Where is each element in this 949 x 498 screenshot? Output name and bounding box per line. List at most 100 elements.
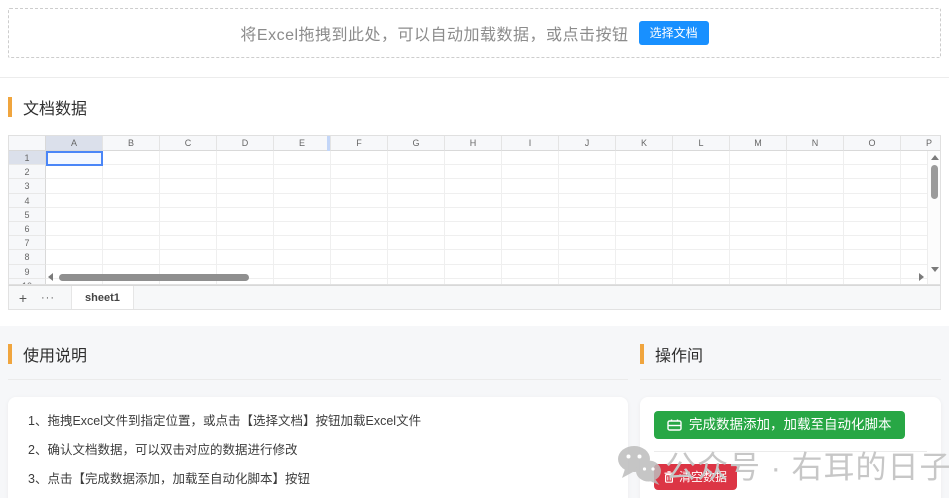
column-header-D[interactable]: D: [217, 136, 274, 151]
cell-F4[interactable]: [331, 193, 388, 208]
cell-M3[interactable]: [730, 179, 787, 194]
excel-dropzone[interactable]: 将Excel拖拽到此处，可以自动加载数据，或点击按钮 选择文档: [8, 8, 941, 58]
cell-G2[interactable]: [388, 165, 445, 180]
row-header-1[interactable]: 1: [9, 151, 46, 166]
cell-O5[interactable]: [844, 207, 901, 222]
cell-M1[interactable]: [730, 151, 787, 166]
column-header-G[interactable]: G: [388, 136, 445, 151]
cell-N5[interactable]: [787, 207, 844, 222]
row-header-10[interactable]: 10: [9, 278, 46, 284]
cell-M2[interactable]: [730, 165, 787, 180]
cell-K4[interactable]: [616, 193, 673, 208]
cell-N2[interactable]: [787, 165, 844, 180]
cell-A7[interactable]: [46, 236, 103, 251]
horizontal-scrollbar-thumb[interactable]: [59, 273, 249, 281]
cell-G1[interactable]: [388, 151, 445, 166]
scroll-up-icon[interactable]: [931, 155, 939, 160]
cell-L5[interactable]: [673, 207, 730, 222]
cell-M4[interactable]: [730, 193, 787, 208]
cell-K2[interactable]: [616, 165, 673, 180]
cell-C2[interactable]: [160, 165, 217, 180]
cell-C4[interactable]: [160, 193, 217, 208]
cell-B8[interactable]: [103, 250, 160, 265]
column-header-A[interactable]: A: [46, 136, 103, 151]
cell-D5[interactable]: [217, 207, 274, 222]
cell-F5[interactable]: [331, 207, 388, 222]
cell-O2[interactable]: [844, 165, 901, 180]
cell-E4[interactable]: [274, 193, 331, 208]
cell-M8[interactable]: [730, 250, 787, 265]
cell-E5[interactable]: [274, 207, 331, 222]
grid-corner-cell[interactable]: [9, 136, 46, 151]
cell-C3[interactable]: [160, 179, 217, 194]
cell-O3[interactable]: [844, 179, 901, 194]
row-header-3[interactable]: 3: [9, 179, 46, 194]
column-header-I[interactable]: I: [502, 136, 559, 151]
finish-load-button[interactable]: 完成数据添加，加载至自动化脚本: [654, 411, 905, 439]
sheet-tab-sheet1[interactable]: sheet1: [71, 286, 134, 309]
cell-D6[interactable]: [217, 221, 274, 237]
cell-M7[interactable]: [730, 236, 787, 251]
cell-L1[interactable]: [673, 151, 730, 166]
cell-O4[interactable]: [844, 193, 901, 208]
cell-H6[interactable]: [445, 221, 502, 237]
row-header-5[interactable]: 5: [9, 207, 46, 222]
cell-E8[interactable]: [274, 250, 331, 265]
cell-I1[interactable]: [502, 151, 559, 166]
cell-G7[interactable]: [388, 236, 445, 251]
cell-H4[interactable]: [445, 193, 502, 208]
column-header-L[interactable]: L: [673, 136, 730, 151]
cell-E2[interactable]: [274, 165, 331, 180]
cell-L6[interactable]: [673, 221, 730, 237]
cell-A3[interactable]: [46, 179, 103, 194]
cell-D3[interactable]: [217, 179, 274, 194]
cell-B4[interactable]: [103, 193, 160, 208]
cell-F3[interactable]: [331, 179, 388, 194]
row-header-9[interactable]: 9: [9, 264, 46, 279]
cell-K8[interactable]: [616, 250, 673, 265]
cell-B6[interactable]: [103, 221, 160, 237]
cell-C1[interactable]: [160, 151, 217, 166]
cell-A8[interactable]: [46, 250, 103, 265]
row-header-4[interactable]: 4: [9, 193, 46, 208]
cell-O8[interactable]: [844, 250, 901, 265]
cell-G3[interactable]: [388, 179, 445, 194]
column-header-M[interactable]: M: [730, 136, 787, 151]
cell-F2[interactable]: [331, 165, 388, 180]
cell-L4[interactable]: [673, 193, 730, 208]
column-header-P[interactable]: P: [901, 136, 940, 151]
cell-J1[interactable]: [559, 151, 616, 166]
row-header-6[interactable]: 6: [9, 221, 46, 237]
row-header-7[interactable]: 7: [9, 236, 46, 251]
row-header-8[interactable]: 8: [9, 250, 46, 265]
cell-B5[interactable]: [103, 207, 160, 222]
cell-N4[interactable]: [787, 193, 844, 208]
cell-D8[interactable]: [217, 250, 274, 265]
cell-D4[interactable]: [217, 193, 274, 208]
cell-H2[interactable]: [445, 165, 502, 180]
cell-L8[interactable]: [673, 250, 730, 265]
cell-C7[interactable]: [160, 236, 217, 251]
cell-E6[interactable]: [274, 221, 331, 237]
cell-H8[interactable]: [445, 250, 502, 265]
column-header-C[interactable]: C: [160, 136, 217, 151]
scroll-left-icon[interactable]: [48, 273, 53, 281]
row-header-2[interactable]: 2: [9, 165, 46, 180]
cell-K3[interactable]: [616, 179, 673, 194]
cell-L7[interactable]: [673, 236, 730, 251]
cell-L2[interactable]: [673, 165, 730, 180]
cell-L3[interactable]: [673, 179, 730, 194]
cell-I7[interactable]: [502, 236, 559, 251]
cell-N8[interactable]: [787, 250, 844, 265]
cell-I3[interactable]: [502, 179, 559, 194]
cell-C8[interactable]: [160, 250, 217, 265]
cell-J5[interactable]: [559, 207, 616, 222]
cell-H1[interactable]: [445, 151, 502, 166]
scroll-right-icon[interactable]: [919, 273, 924, 281]
cell-O7[interactable]: [844, 236, 901, 251]
cell-K5[interactable]: [616, 207, 673, 222]
cell-J8[interactable]: [559, 250, 616, 265]
column-header-H[interactable]: H: [445, 136, 502, 151]
cell-B7[interactable]: [103, 236, 160, 251]
horizontal-scrollbar[interactable]: [48, 273, 924, 281]
